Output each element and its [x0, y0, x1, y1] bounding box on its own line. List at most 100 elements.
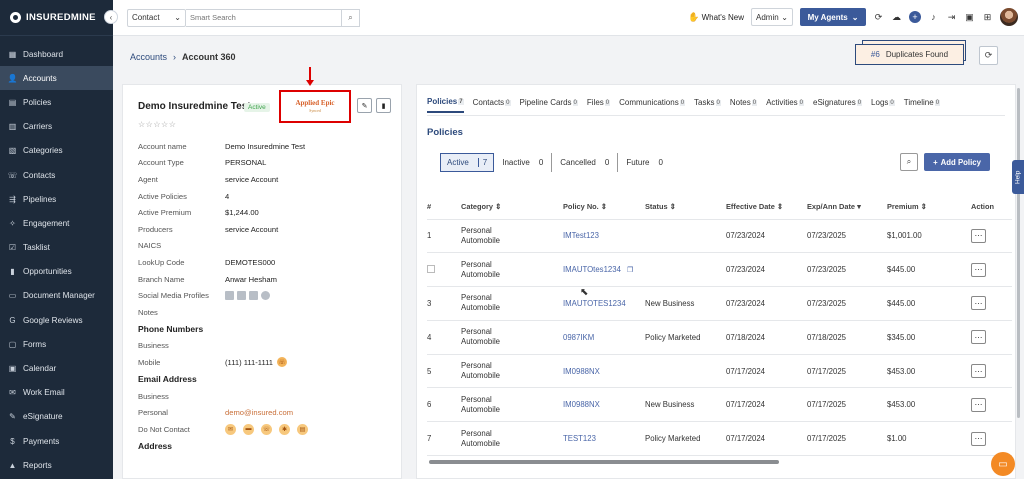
row-action-menu-button[interactable]: ⋯: [971, 364, 986, 379]
breadcrumb-accounts[interactable]: Accounts: [130, 52, 167, 62]
row-action-menu-button[interactable]: ⋯: [971, 330, 986, 345]
email-personal-value[interactable]: demo@insured.com: [225, 408, 293, 417]
rating-stars[interactable]: ☆☆☆☆☆: [138, 120, 176, 129]
policy-search-button[interactable]: ⌕: [900, 153, 918, 171]
duplicates-found-button[interactable]: #6 Duplicates Found: [855, 44, 964, 65]
logo[interactable]: INSUREDMINE: [0, 0, 113, 36]
help-tab[interactable]: Help: [1012, 160, 1024, 194]
policy-number-link[interactable]: IM0988NX: [563, 367, 600, 376]
sidebar-item-carriers[interactable]: ▥ Carriers: [0, 115, 113, 139]
filter-future[interactable]: Future 0: [618, 153, 671, 172]
horizontal-scrollbar[interactable]: [429, 460, 779, 464]
sidebar-item-document-manager[interactable]: ▭ Document Manager: [0, 284, 113, 308]
sidebar-item-categories[interactable]: ▧ Categories: [0, 139, 113, 163]
sidebar-item-accounts[interactable]: 👤 Accounts: [0, 66, 113, 91]
sidebar-item-contacts[interactable]: ☏ Contacts: [0, 163, 113, 187]
call-toggle-icon[interactable]: ☏: [261, 423, 272, 435]
tab-notes[interactable]: Notes 0: [730, 97, 758, 113]
column-header[interactable]: Exp/Ann Date ▾: [807, 195, 887, 220]
sidebar-item-tasklist[interactable]: ☑ Tasklist: [0, 236, 113, 260]
row-action-menu-button[interactable]: ⋯: [971, 262, 986, 277]
tab-files[interactable]: Files 0: [587, 97, 611, 113]
mail-toggle-icon[interactable]: ▤: [297, 423, 308, 435]
policy-number-link[interactable]: IM0988NX: [563, 400, 600, 409]
sidebar-item-forms[interactable]: ▢ Forms: [0, 332, 113, 356]
policy-number-link[interactable]: TEST123: [563, 434, 596, 443]
tab-timeline[interactable]: Timeline 0: [904, 97, 941, 113]
smart-search-input[interactable]: [186, 9, 341, 26]
role-select[interactable]: Admin ⌄: [751, 8, 793, 26]
sidebar-item-reports[interactable]: ▲ Reports: [0, 453, 113, 477]
delete-account-button[interactable]: ▮: [376, 98, 391, 113]
email-toggle-icon[interactable]: ✉: [225, 423, 236, 435]
sidebar-item-label: Google Reviews: [23, 315, 83, 325]
filter-cancelled[interactable]: Cancelled 0: [552, 153, 619, 172]
policies-table-body: 1 Personal Automobile IMTest123 07/23/2024 07…: [427, 219, 1012, 457]
sidebar-item-pipelines[interactable]: ⇶ Pipelines: [0, 187, 113, 211]
bell-icon[interactable]: ♪: [928, 12, 939, 23]
chat-button[interactable]: ▭: [991, 452, 1015, 476]
row-checkbox[interactable]: [427, 264, 435, 273]
sidebar-item-payments[interactable]: $ Payments: [0, 429, 113, 453]
logout-icon[interactable]: ⇥: [946, 12, 957, 23]
column-header[interactable]: Policy No. ⇕: [563, 195, 645, 220]
policy-number-link[interactable]: IMTest123: [563, 231, 599, 240]
chip-icon[interactable]: ▣: [964, 12, 975, 23]
filter-active[interactable]: Active 7: [440, 153, 495, 172]
row-action-menu-button[interactable]: ⋯: [971, 228, 986, 243]
sidebar-item-policies[interactable]: ▤ Policies: [0, 90, 113, 114]
table-header-row: # Category ⇕ Policy No. ⇕ Status ⇕ Effective…: [427, 195, 1012, 220]
linkedin-icon[interactable]: [225, 291, 234, 301]
phone-mobile-value[interactable]: (111) 111-1111: [225, 358, 273, 367]
tab-tasks[interactable]: Tasks 0: [694, 97, 721, 113]
sms-toggle-icon[interactable]: ▬: [243, 423, 254, 435]
sidebar-item-calendar[interactable]: ▣ Calendar: [0, 356, 113, 380]
sidebar-item-engagement[interactable]: ✧ Engagement: [0, 211, 113, 235]
filter-inactive[interactable]: Inactive 0: [494, 153, 553, 172]
copy-icon[interactable]: ❐: [627, 267, 633, 274]
row-action-menu-button[interactable]: ⋯: [971, 296, 986, 311]
row-action-menu-button[interactable]: ⋯: [971, 431, 986, 446]
column-header[interactable]: Premium ⇕: [887, 195, 971, 220]
facebook-icon[interactable]: [237, 291, 246, 301]
tab-policies[interactable]: Policies 7: [427, 97, 464, 113]
search-icon[interactable]: ⌕: [341, 8, 359, 27]
whats-new-link[interactable]: ✋ What's New: [688, 12, 744, 23]
tab-contacts[interactable]: Contacts 0: [473, 97, 511, 113]
column-header[interactable]: Status ⇕: [645, 195, 726, 220]
sidebar-item-opportunities[interactable]: ▮ Opportunities: [0, 260, 113, 284]
flag-toggle-icon[interactable]: ✱: [279, 423, 290, 435]
sidebar-item-work-email[interactable]: ✉ Work Email: [0, 381, 113, 405]
add-policy-button[interactable]: + Add Policy: [924, 153, 990, 171]
policy-number-link[interactable]: IMAUTOTES1234: [563, 299, 626, 308]
sidebar-item-google-reviews[interactable]: G Google Reviews: [0, 308, 113, 332]
vertical-scrollbar[interactable]: [1017, 88, 1020, 418]
sidebar-item-dashboard[interactable]: ▦ Dashboard: [0, 42, 113, 66]
sync-icon[interactable]: ⟳: [873, 12, 884, 23]
column-header[interactable]: Effective Date ⇕: [726, 195, 807, 220]
twitter-icon[interactable]: [249, 291, 258, 301]
policy-number-link[interactable]: 0987IKM: [563, 333, 594, 342]
add-icon[interactable]: +: [909, 11, 921, 23]
apps-grid-icon[interactable]: ⊞: [982, 12, 993, 23]
globe-icon[interactable]: [261, 291, 270, 301]
tab-pipeline-cards[interactable]: Pipeline Cards 0: [520, 97, 578, 113]
carrier-logo-highlight[interactable]: Applied Epic Synced: [279, 90, 351, 123]
column-header[interactable]: Category ⇕: [461, 195, 563, 220]
edit-account-button[interactable]: ✎: [357, 98, 372, 113]
sidebar-collapse-button[interactable]: ‹: [104, 10, 118, 24]
policy-number-cell: IMAUTOTES1234: [563, 286, 645, 321]
sidebar-item-esignature[interactable]: ✎ eSignature: [0, 405, 113, 429]
contact-type-select[interactable]: Contact ⌄: [127, 8, 186, 27]
tab-esignatures[interactable]: eSignatures 0: [813, 97, 863, 113]
policy-number-link[interactable]: IMAUTOtes1234: [563, 265, 621, 274]
tab-activities[interactable]: Activities 0: [766, 97, 804, 113]
tab-logs[interactable]: Logs 0: [871, 97, 895, 113]
cloud-icon[interactable]: ☁: [891, 12, 902, 23]
tab-communications[interactable]: Communications 0: [619, 97, 686, 113]
refresh-button[interactable]: ⟳: [979, 46, 998, 65]
row-action-menu-button[interactable]: ⋯: [971, 397, 986, 412]
avatar[interactable]: [1000, 8, 1018, 26]
my-agents-button[interactable]: My Agents ⌄: [800, 8, 866, 26]
phone-action-icon[interactable]: ☏: [276, 357, 287, 368]
